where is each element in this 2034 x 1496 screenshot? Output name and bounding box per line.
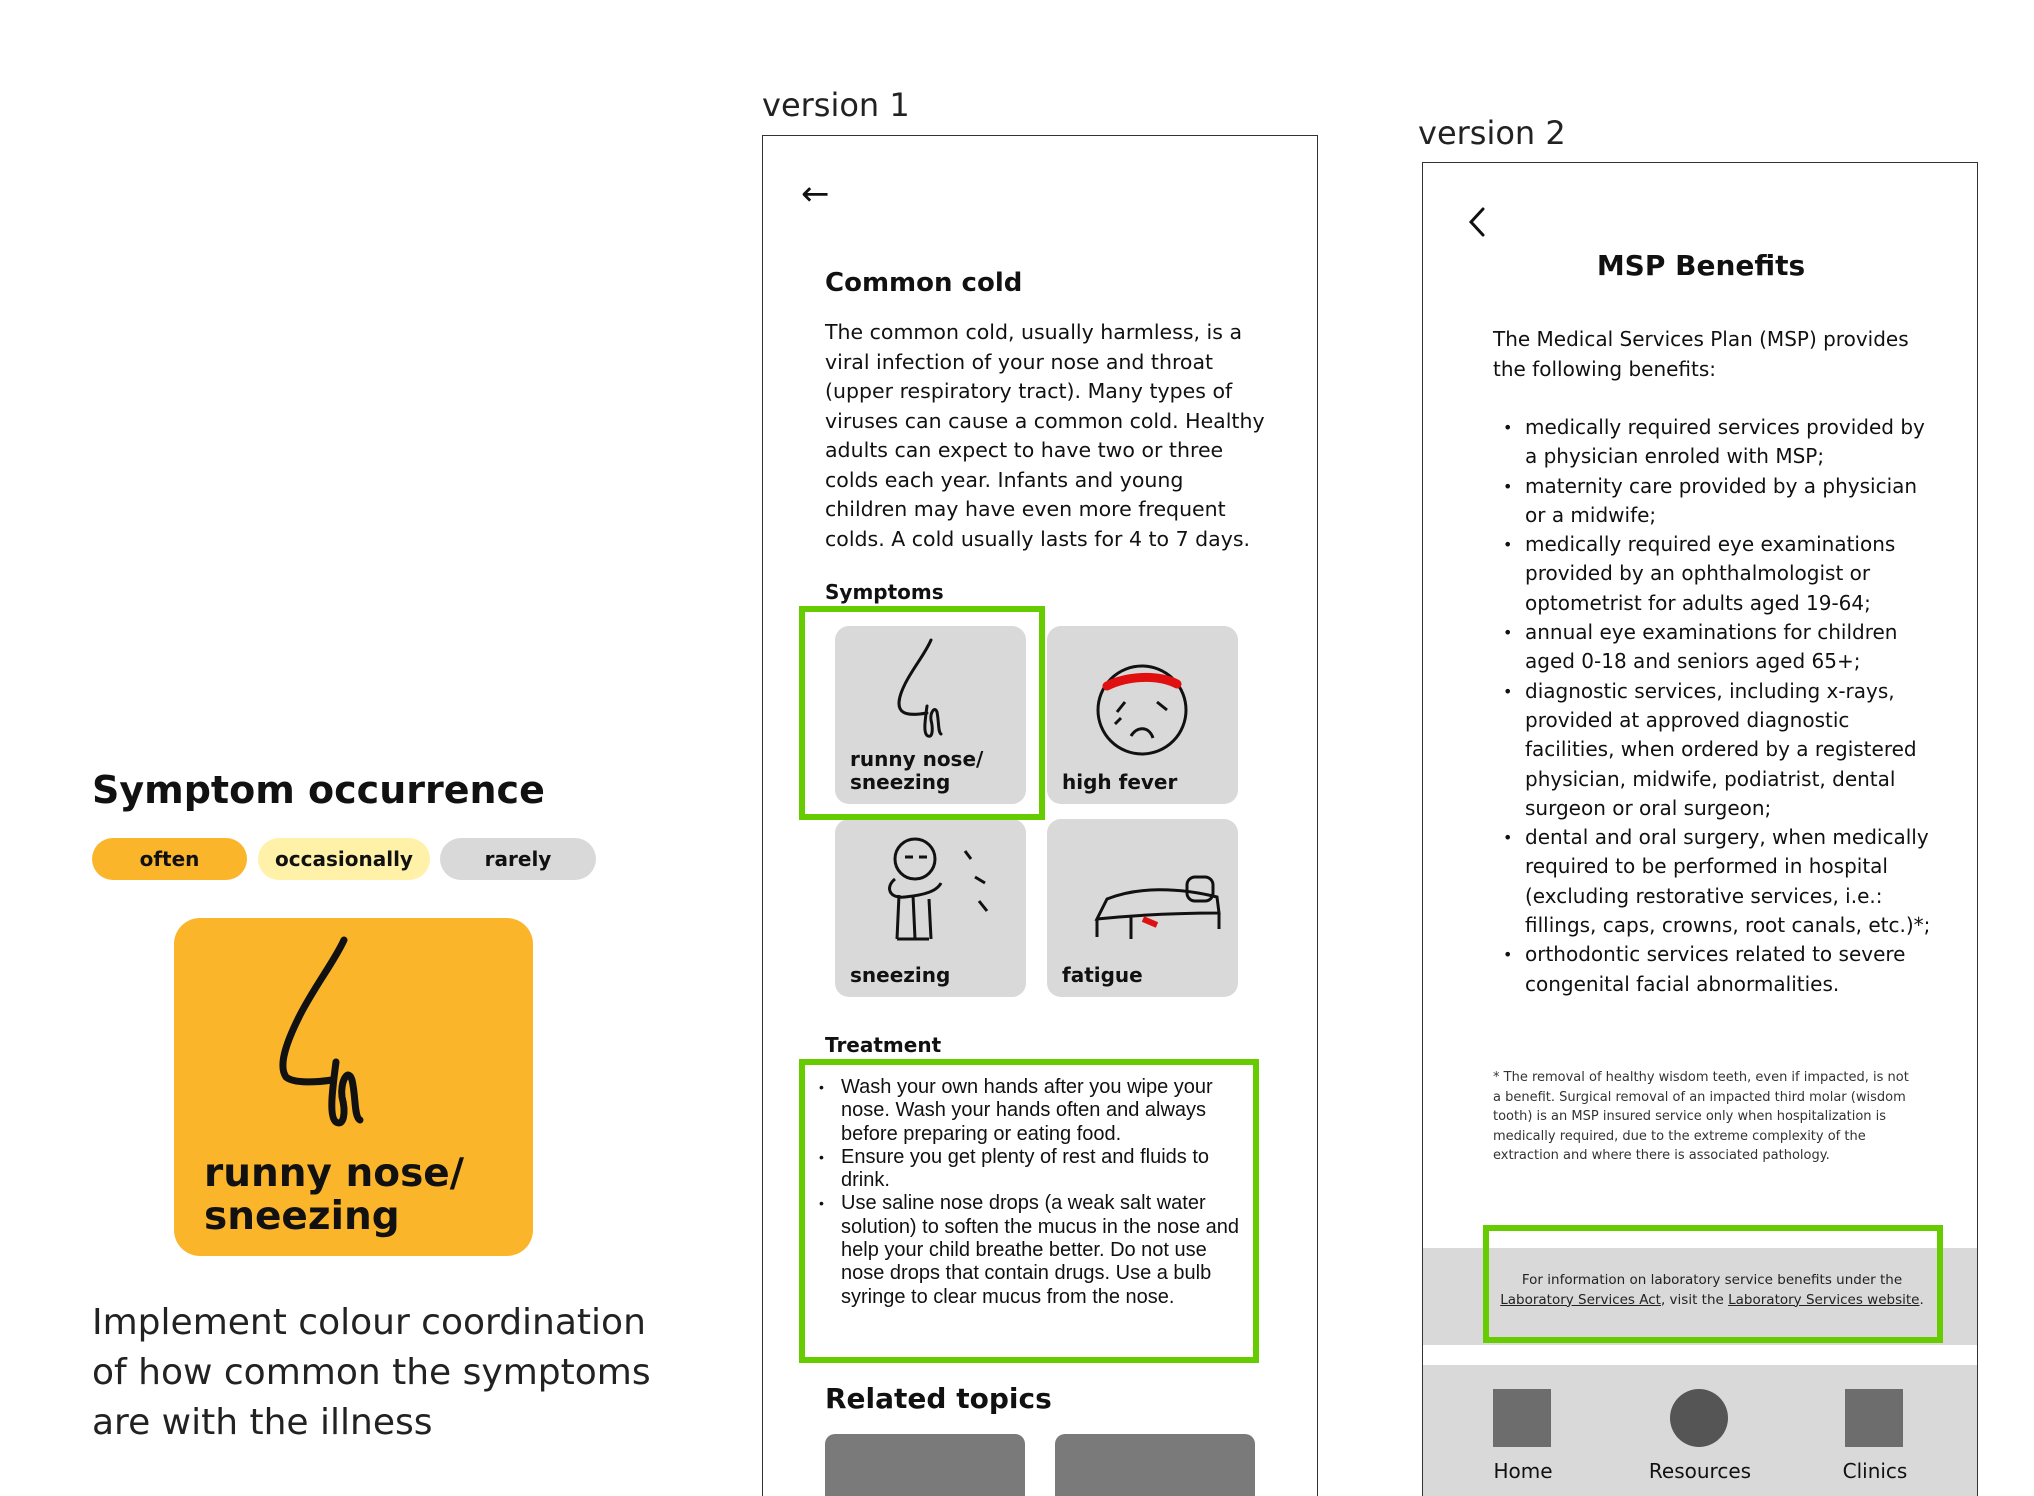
- lab-info-text: For information on laboratory service be…: [1489, 1271, 1935, 1310]
- sneezing-person-icon: [888, 837, 989, 941]
- page-title: MSP Benefits: [1596, 249, 1806, 282]
- nav-label: Home: [1493, 1459, 1553, 1483]
- list-item: Wash your own hands after you wipe your …: [819, 1076, 1249, 1146]
- symptom-label: sneezing: [850, 963, 951, 987]
- list-item: maternity care provided by a physician o…: [1493, 472, 1933, 531]
- treatment-list: Wash your own hands after you wipe your …: [819, 1076, 1249, 1309]
- page-title: Common cold: [825, 268, 1023, 298]
- version-2-label: version 2: [1418, 114, 1566, 152]
- resources-icon: [1670, 1389, 1728, 1447]
- symptom-label: fatigue: [1062, 963, 1143, 987]
- illness-description: The common cold, usually harmless, is a …: [825, 320, 1265, 551]
- nose-icon: [279, 936, 364, 1127]
- footnote: * The removal of healthy wisdom teeth, e…: [1493, 1070, 1909, 1163]
- chevron-left-icon[interactable]: [1465, 205, 1487, 239]
- legend-occasionally: occasionally: [258, 838, 430, 880]
- symptom-card-high-fever[interactable]: high fever: [1047, 626, 1238, 804]
- list-item: annual eye examinations for children age…: [1493, 618, 1933, 677]
- related-topics-heading: Related topics: [825, 1382, 1052, 1415]
- laboratory-services-act-link[interactable]: Laboratory Services Act: [1500, 1292, 1661, 1308]
- list-item: diagnostic services, including x-rays, p…: [1493, 677, 1933, 823]
- legend-rarely: rarely: [440, 838, 596, 880]
- symptoms-heading: Symptoms: [825, 580, 944, 604]
- lab-info-suffix: .: [1919, 1291, 1924, 1308]
- symptom-label: high fever: [1062, 770, 1178, 794]
- list-item: Use saline nose drops (a weak salt water…: [819, 1192, 1249, 1308]
- list-item: orthodontic services related to severe c…: [1493, 940, 1933, 999]
- nav-label: Resources: [1648, 1459, 1752, 1483]
- lab-info-middle: , visit the: [1660, 1291, 1724, 1308]
- nav-item-resources[interactable]: Resources: [1630, 1389, 1770, 1489]
- nav-item-home[interactable]: Home: [1453, 1389, 1593, 1489]
- symptom-card-sneezing[interactable]: sneezing: [835, 819, 1026, 997]
- list-item: medically required services provided by …: [1493, 413, 1933, 472]
- fever-face-icon: [1096, 664, 1188, 756]
- symptom-card-fatigue[interactable]: fatigue: [1047, 819, 1238, 997]
- nav-label: Clinics: [1842, 1459, 1908, 1483]
- list-item: dental and oral surgery, when medically …: [1493, 823, 1933, 940]
- phone-frame-version-1: ← Common cold The common cold, usually h…: [762, 135, 1318, 1496]
- example-symptom-label: runny nose/ sneezing: [204, 1151, 464, 1239]
- list-item: Ensure you get plenty of rest and fluids…: [819, 1146, 1249, 1193]
- lab-info-prefix: For information on laboratory service be…: [1521, 1272, 1903, 1288]
- example-symptom-card-often: runny nose/ sneezing: [174, 918, 533, 1256]
- treatment-heading: Treatment: [825, 1033, 942, 1057]
- version-1-label: version 1: [762, 86, 910, 124]
- design-note: Implement colour coordination of how com…: [92, 1302, 651, 1443]
- back-arrow-icon[interactable]: ←: [801, 174, 830, 214]
- related-topic-tile[interactable]: [825, 1434, 1025, 1496]
- benefits-intro: The Medical Services Plan (MSP) provides…: [1493, 327, 1909, 381]
- list-item: medically required eye examinations prov…: [1493, 530, 1933, 618]
- symptom-occurrence-title: Symptom occurrence: [92, 768, 545, 812]
- related-topic-tile[interactable]: [1055, 1434, 1255, 1496]
- clinics-icon: [1845, 1389, 1903, 1447]
- nav-item-clinics[interactable]: Clinics: [1805, 1389, 1945, 1489]
- home-icon: [1493, 1389, 1551, 1447]
- bed-icon: [1094, 875, 1221, 939]
- laboratory-services-website-link[interactable]: Laboratory Services website: [1728, 1292, 1919, 1308]
- highlight-symptom-card: [799, 606, 1045, 820]
- phone-frame-version-2: MSP Benefits The Medical Services Plan (…: [1422, 162, 1978, 1496]
- legend-often: often: [92, 838, 247, 880]
- benefits-list: medically required services provided by …: [1493, 413, 1933, 999]
